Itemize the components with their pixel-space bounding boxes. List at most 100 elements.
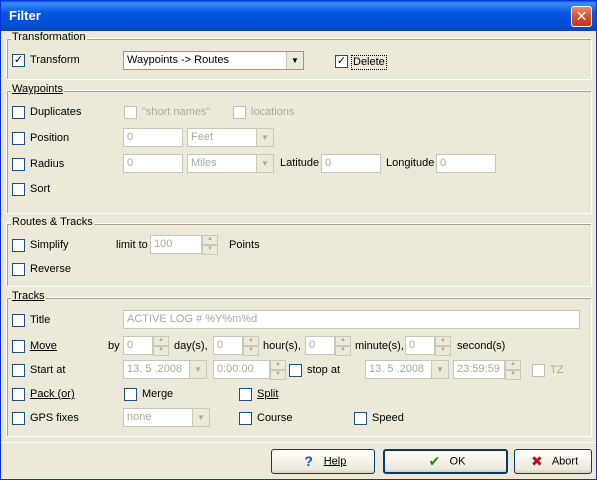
button-bar-divider — [1, 442, 596, 443]
start-date-picker[interactable]: 13. 5 .2008 ▼ — [123, 360, 207, 379]
position-checkbox[interactable] — [12, 132, 25, 145]
position-label: Position — [30, 132, 70, 144]
split-label: Split — [257, 388, 279, 400]
title-label: Title — [30, 314, 51, 326]
chevron-down-icon[interactable]: ▼ — [431, 361, 448, 378]
move-seconds-input[interactable]: 0 — [405, 336, 435, 355]
course-label: Course — [257, 412, 293, 424]
chevron-down-icon[interactable]: ▼ — [256, 155, 273, 172]
stop-at-checkbox[interactable] — [289, 364, 302, 377]
simplify-limit-spinner[interactable]: ▲ ▼ — [202, 235, 218, 255]
move-seconds-spinner[interactable]: ▲ ▼ — [435, 336, 451, 356]
spin-down-icon[interactable]: ▼ — [505, 370, 521, 380]
spin-up-icon[interactable]: ▲ — [505, 360, 521, 370]
move-hours-input[interactable]: 0 — [213, 336, 243, 355]
waypoints-legend: Waypoints — [11, 83, 64, 96]
gps-fixes-checkbox[interactable] — [12, 412, 25, 425]
ok-button[interactable]: ✔ OK — [383, 449, 508, 474]
spin-up-icon[interactable]: ▲ — [335, 336, 351, 346]
chevron-down-icon[interactable]: ▼ — [286, 52, 303, 69]
transform-checkbox[interactable]: ✓ — [12, 54, 25, 67]
start-at-checkbox[interactable] — [12, 364, 25, 377]
position-distance-input[interactable]: 0 — [123, 128, 183, 147]
simplify-checkbox[interactable] — [12, 239, 25, 252]
gps-fixes-select[interactable]: none ▼ — [123, 408, 210, 427]
window-title: Filter — [9, 8, 41, 23]
move-days-spinner[interactable]: ▲ ▼ — [153, 336, 169, 356]
speed-label: Speed — [372, 412, 404, 424]
spin-down-icon[interactable]: ▼ — [270, 370, 286, 380]
chevron-down-icon[interactable]: ▼ — [192, 409, 209, 426]
ok-button-label: OK — [449, 455, 466, 468]
title-checkbox[interactable] — [12, 314, 25, 327]
spin-down-icon[interactable]: ▼ — [202, 245, 218, 255]
delete-checkbox[interactable]: ✓ — [335, 55, 348, 68]
short-names-label: "short names" — [142, 106, 211, 118]
split-checkbox[interactable] — [239, 388, 252, 401]
locations-label: locations — [251, 106, 295, 118]
spin-down-icon[interactable]: ▼ — [243, 346, 259, 356]
sort-checkbox[interactable] — [12, 183, 25, 196]
radius-checkbox[interactable] — [12, 158, 25, 171]
move-minutes-spinner[interactable]: ▲ ▼ — [335, 336, 351, 356]
latitude-input[interactable]: 0 — [321, 154, 381, 173]
start-time-input[interactable]: 0:00:00 — [213, 360, 270, 379]
stop-date-value: 13. 5 .2008 — [369, 363, 425, 375]
check-icon: ✔ — [428, 453, 441, 469]
hours-label: hour(s), — [263, 340, 301, 352]
spin-up-icon[interactable]: ▲ — [270, 360, 286, 370]
short-names-checkbox[interactable] — [124, 106, 137, 119]
routes-tracks-legend: Routes & Tracks — [11, 216, 94, 229]
spin-down-icon[interactable]: ▼ — [153, 346, 169, 356]
move-hours-spinner[interactable]: ▲ ▼ — [243, 336, 259, 356]
gps-fixes-label: GPS fixes — [30, 412, 79, 424]
merge-label: Merge — [142, 388, 174, 400]
duplicates-checkbox[interactable] — [12, 106, 25, 119]
close-icon: ✕ — [575, 8, 588, 24]
spin-down-icon[interactable]: ▼ — [435, 346, 451, 356]
help-button[interactable]: ? Help — [271, 449, 375, 474]
spin-up-icon[interactable]: ▲ — [243, 336, 259, 346]
spin-up-icon[interactable]: ▲ — [202, 235, 218, 245]
tz-checkbox[interactable] — [532, 364, 545, 377]
locations-checkbox[interactable] — [233, 106, 246, 119]
simplify-limit-input[interactable]: 100 — [150, 235, 202, 254]
pack-checkbox[interactable] — [12, 388, 25, 401]
chevron-down-icon[interactable]: ▼ — [256, 129, 273, 146]
start-time-spinner[interactable]: ▲ ▼ — [270, 360, 286, 380]
merge-checkbox[interactable] — [124, 388, 137, 401]
spin-up-icon[interactable]: ▲ — [153, 336, 169, 346]
move-label: Move — [30, 340, 57, 352]
latitude-label: Latitude — [280, 157, 320, 169]
transform-mode-value: Waypoints -> Routes — [127, 54, 229, 66]
start-at-label: Start at — [30, 364, 66, 376]
close-button[interactable]: ✕ — [571, 6, 592, 27]
radius-unit-select[interactable]: Miles ▼ — [187, 154, 274, 173]
move-minutes-input[interactable]: 0 — [305, 336, 335, 355]
gps-fixes-value: none — [127, 411, 152, 423]
move-checkbox[interactable] — [12, 340, 25, 353]
position-unit-value: Feet — [191, 131, 214, 143]
radius-distance-input[interactable]: 0 — [123, 154, 183, 173]
points-label: Points — [229, 239, 260, 251]
longitude-input[interactable]: 0 — [436, 154, 496, 173]
stop-time-spinner[interactable]: ▲ ▼ — [505, 360, 521, 380]
help-icon: ? — [304, 453, 313, 469]
stop-time-input[interactable]: 23:59:59 — [453, 360, 505, 379]
spin-down-icon[interactable]: ▼ — [335, 346, 351, 356]
track-title-input[interactable]: ACTIVE LOG # %Y%m%d — [123, 310, 580, 329]
spin-up-icon[interactable]: ▲ — [435, 336, 451, 346]
transform-mode-select[interactable]: Waypoints -> Routes ▼ — [123, 51, 304, 70]
abort-button[interactable]: ✖ Abort — [514, 449, 592, 474]
position-unit-select[interactable]: Feet ▼ — [187, 128, 274, 147]
course-checkbox[interactable] — [239, 412, 252, 425]
title-bar[interactable]: Filter ✕ — [1, 1, 596, 31]
reverse-checkbox[interactable] — [12, 263, 25, 276]
move-days-input[interactable]: 0 — [123, 336, 153, 355]
transformation-legend: Transformation — [11, 31, 87, 44]
speed-checkbox[interactable] — [354, 412, 367, 425]
simplify-label: Simplify — [30, 239, 69, 251]
stop-date-picker[interactable]: 13. 5 .2008 ▼ — [365, 360, 449, 379]
chevron-down-icon[interactable]: ▼ — [189, 361, 206, 378]
radius-unit-value: Miles — [191, 157, 217, 169]
